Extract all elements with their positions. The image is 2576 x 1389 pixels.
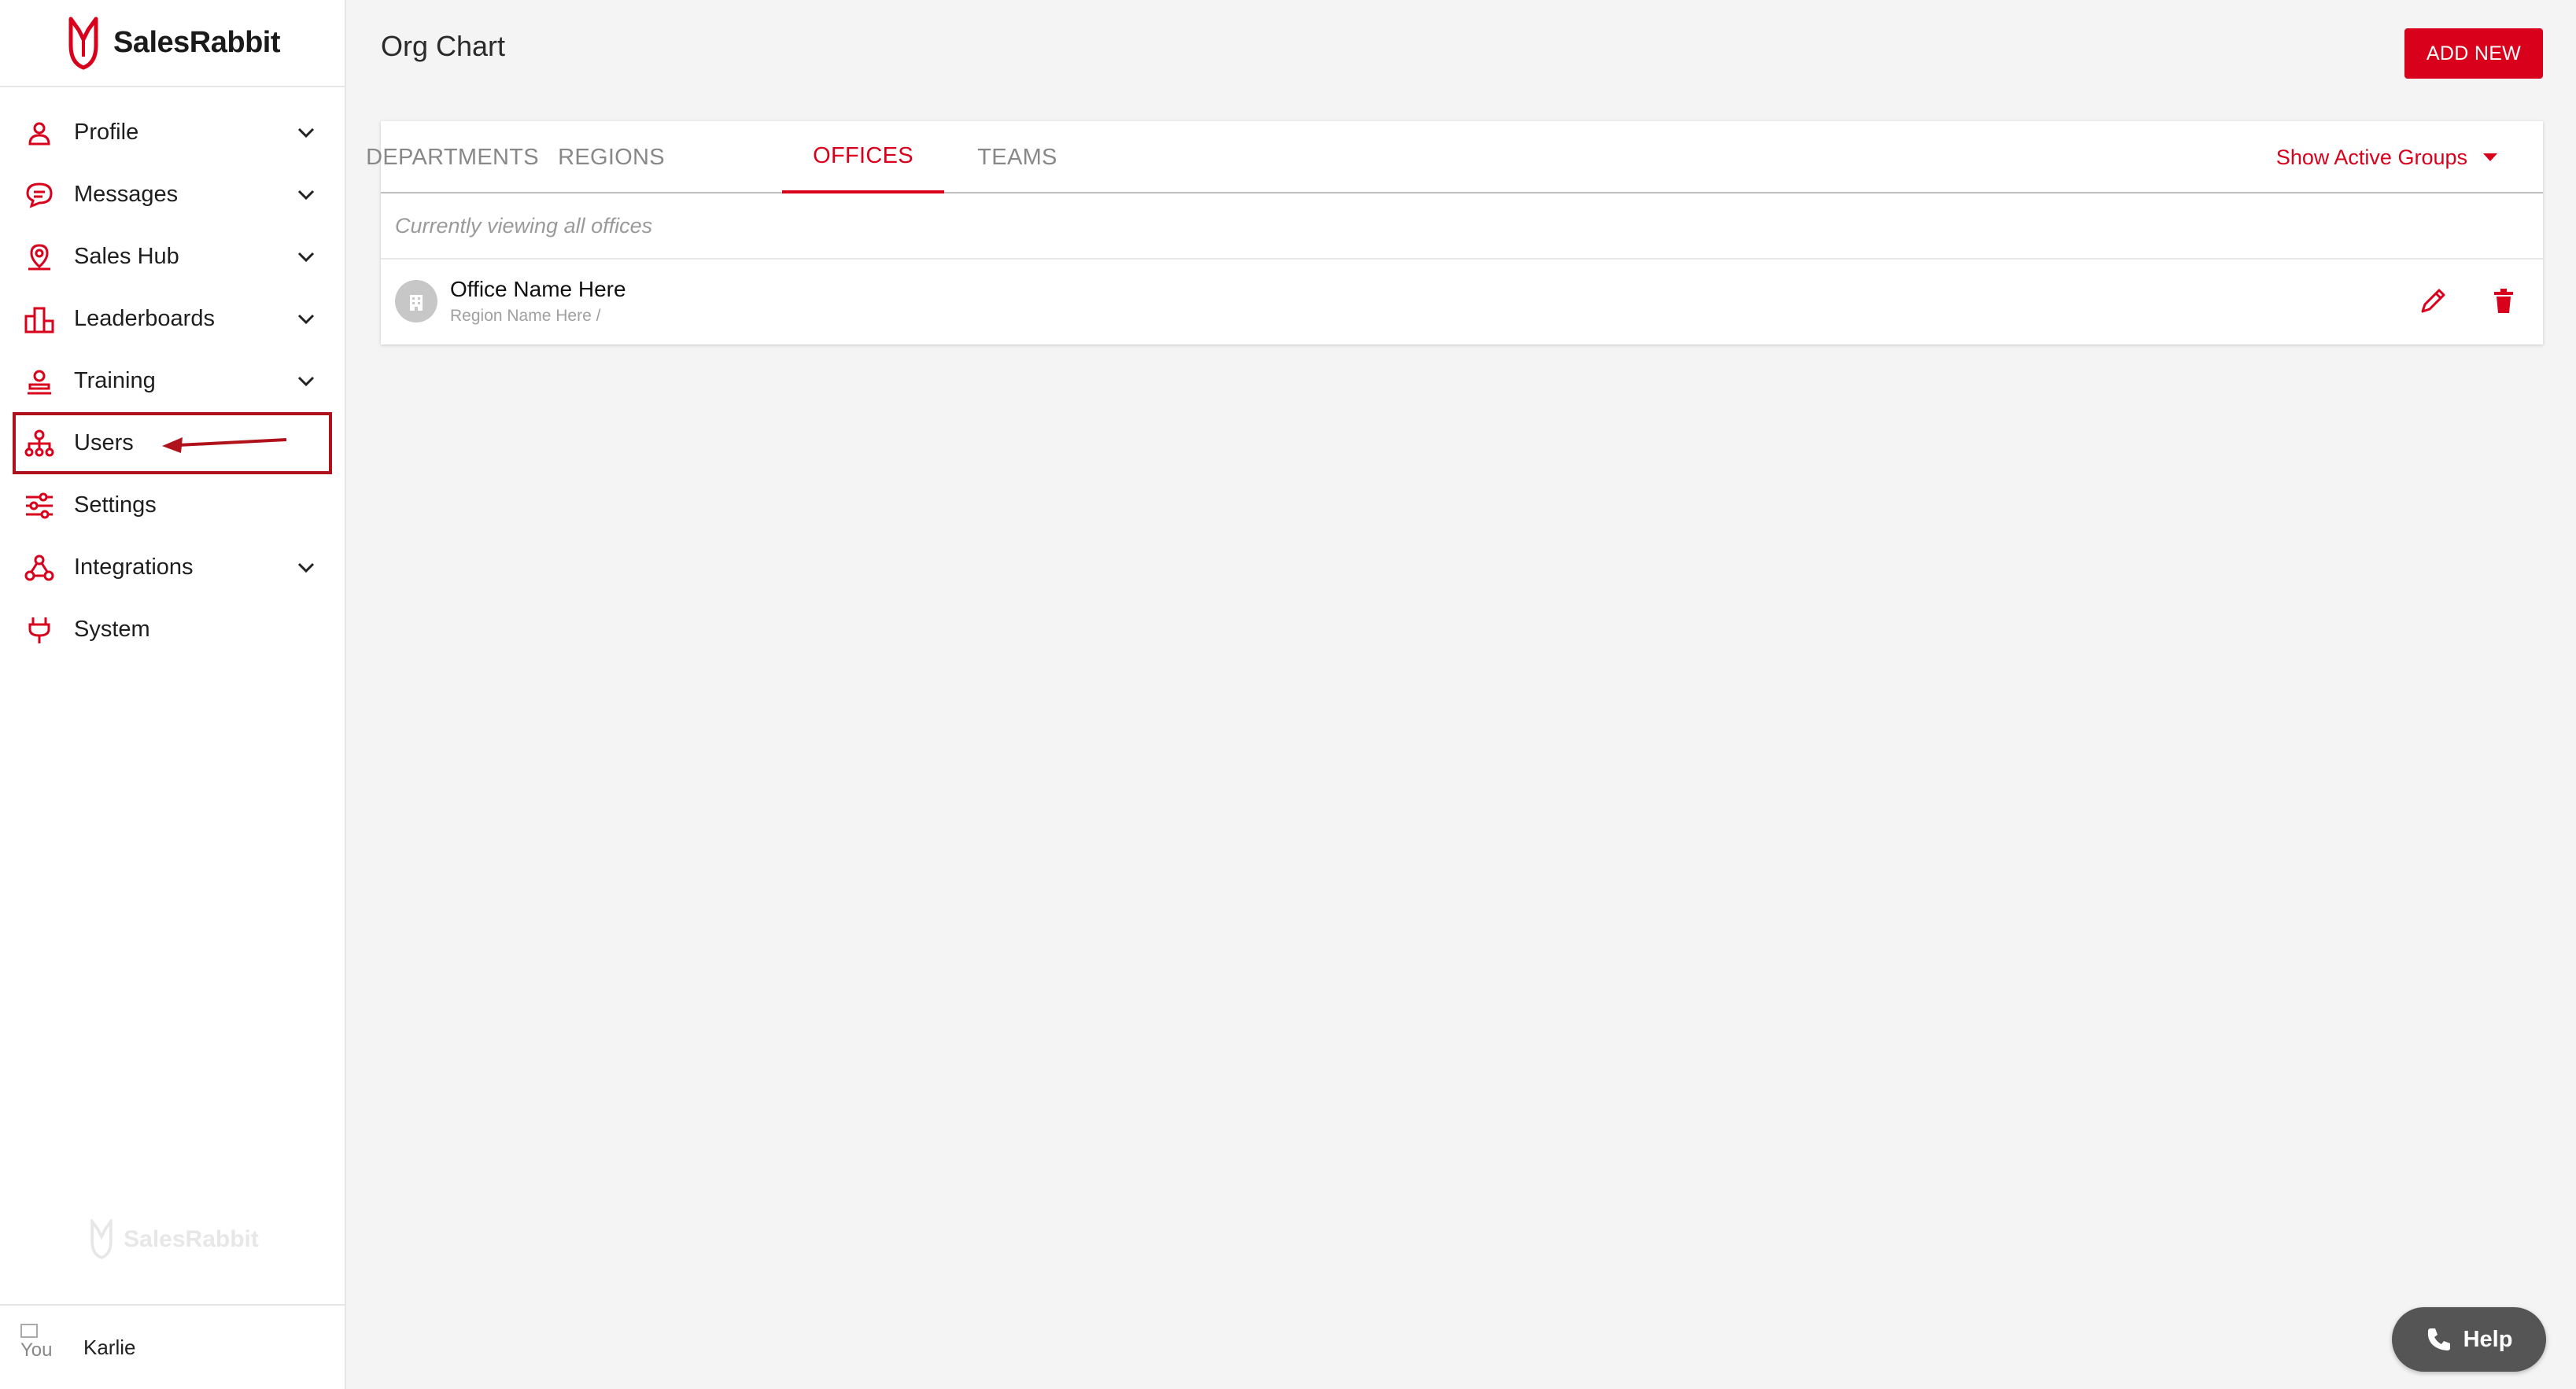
sidebar-item-label: Leaderboards xyxy=(74,306,215,331)
chat-icon xyxy=(24,179,55,211)
phone-icon xyxy=(2427,1328,2450,1350)
list-subheader: Currently viewing all offices xyxy=(381,193,2543,260)
sidebar-item-training[interactable]: Training xyxy=(0,350,345,412)
integrations-icon xyxy=(24,552,55,584)
sidebar-item-system[interactable]: System xyxy=(0,599,345,661)
sidebar-item-label: Integrations xyxy=(74,554,194,580)
person-icon xyxy=(24,117,55,149)
logo-text: SalesRabbit xyxy=(113,26,281,59)
delete-trash-icon[interactable] xyxy=(2488,286,2519,317)
row-actions xyxy=(2417,260,2519,343)
sidebar-item-users[interactable]: Users xyxy=(13,412,332,474)
tab-teams[interactable]: TEAMS xyxy=(963,121,1072,193)
office-avatar xyxy=(395,280,437,322)
avatar-alt-text: You xyxy=(20,1339,53,1361)
sidebar-item-label: Sales Hub xyxy=(74,244,179,269)
user-footer[interactable]: You Karlie xyxy=(0,1304,346,1389)
tab-bar: DEPARTMENTS REGIONS OFFICES TEAMS Show A… xyxy=(366,121,2543,193)
sidebar: SalesRabbit Profile Messages Sales Hub L… xyxy=(0,0,346,1389)
sidebar-watermark: SalesRabbit xyxy=(0,1219,346,1260)
list-item[interactable]: Office Name Here Region Name Here / xyxy=(381,260,2543,343)
sidebar-item-label: System xyxy=(74,617,150,642)
logo[interactable]: SalesRabbit xyxy=(0,0,345,87)
office-name: Office Name Here xyxy=(450,277,626,301)
podium-icon xyxy=(24,304,55,335)
avatar: You xyxy=(20,1324,60,1371)
sidebar-item-profile[interactable]: Profile xyxy=(0,101,345,164)
edit-pencil-icon[interactable] xyxy=(2417,286,2449,317)
watermark-text: SalesRabbit xyxy=(124,1226,259,1252)
chevron-down-icon[interactable] xyxy=(296,371,316,392)
tab-offices[interactable]: OFFICES xyxy=(782,121,944,193)
org-chart-icon xyxy=(24,428,55,459)
add-new-button[interactable]: ADD NEW xyxy=(2404,28,2543,79)
sidebar-item-label: Messages xyxy=(74,182,179,207)
sidebar-item-sales-hub[interactable]: Sales Hub xyxy=(0,226,345,288)
chevron-down-icon[interactable] xyxy=(296,123,316,143)
region-name: Region Name Here / xyxy=(450,307,601,325)
show-active-groups-dropdown[interactable]: Show Active Groups xyxy=(2276,121,2497,193)
tab-regions[interactable]: REGIONS xyxy=(552,121,670,193)
sidebar-item-leaderboards[interactable]: Leaderboards xyxy=(0,288,345,350)
caret-down-icon xyxy=(2483,153,2497,161)
help-button[interactable]: Help xyxy=(2392,1307,2546,1372)
training-icon xyxy=(24,366,55,397)
page-title: Org Chart xyxy=(381,30,506,62)
chevron-down-icon[interactable] xyxy=(296,309,316,330)
tab-departments[interactable]: DEPARTMENTS xyxy=(366,121,538,193)
sidebar-item-integrations[interactable]: Integrations xyxy=(0,536,345,599)
annotation-arrow-icon xyxy=(162,437,287,453)
sliders-icon xyxy=(24,490,55,521)
building-icon xyxy=(410,295,423,311)
broken-image-icon xyxy=(20,1324,38,1338)
filter-label: Show Active Groups xyxy=(2275,145,2467,169)
sidebar-item-messages[interactable]: Messages xyxy=(0,164,345,226)
sidebar-item-label: Settings xyxy=(74,492,157,518)
rabbit-logo-icon xyxy=(90,1219,113,1260)
plug-icon xyxy=(24,614,55,646)
user-name: Karlie xyxy=(83,1335,136,1359)
org-chart-card: DEPARTMENTS REGIONS OFFICES TEAMS Show A… xyxy=(366,121,2543,344)
sidebar-item-label: Profile xyxy=(74,120,139,145)
list-item-text: Office Name Here Region Name Here / xyxy=(450,277,626,326)
sidebar-nav: Profile Messages Sales Hub Leaderboards xyxy=(0,87,345,661)
chevron-down-icon[interactable] xyxy=(296,185,316,205)
chevron-down-icon[interactable] xyxy=(296,558,316,578)
rabbit-logo-icon xyxy=(68,17,98,69)
sidebar-item-label: Training xyxy=(74,368,156,393)
help-label: Help xyxy=(2463,1326,2513,1352)
map-pin-icon xyxy=(24,241,55,273)
sidebar-item-settings[interactable]: Settings xyxy=(0,474,345,536)
chevron-down-icon[interactable] xyxy=(296,247,316,267)
